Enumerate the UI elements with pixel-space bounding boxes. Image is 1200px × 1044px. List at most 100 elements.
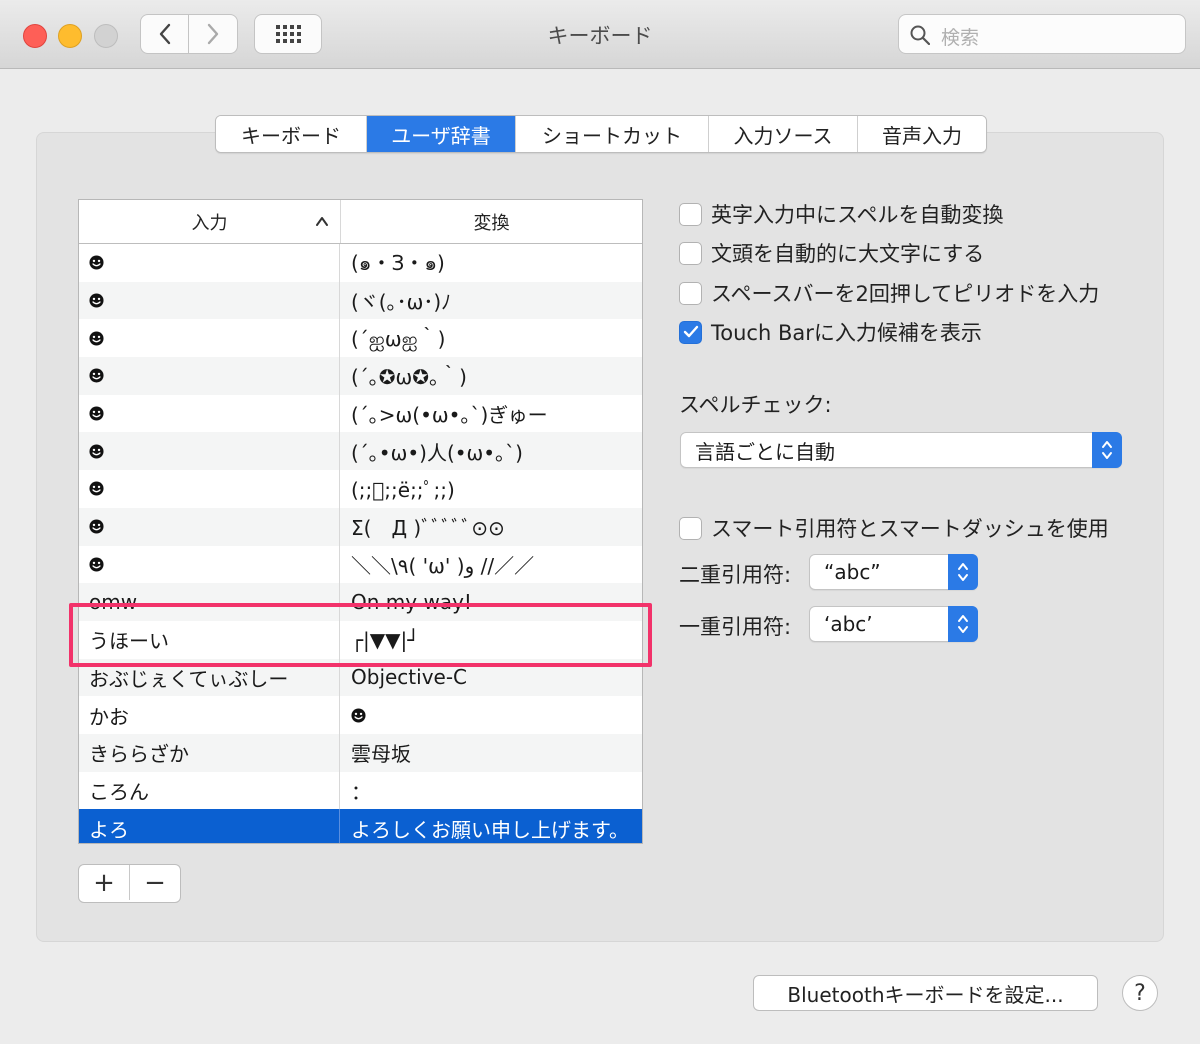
popup-arrows-icon: [948, 606, 978, 642]
touchbar-candidates-checkbox[interactable]: [679, 320, 702, 344]
option-smart-quotes[interactable]: スマート引用符とスマートダッシュを使用: [679, 513, 1109, 543]
output-cell[interactable]: (๑・З・๑): [341, 244, 642, 282]
table-row[interactable]: ＼＼\٩( 'ω' )و //／／: [79, 545, 642, 584]
single-quote-label: 一重引用符:: [679, 615, 792, 639]
popup-arrows-icon: [948, 554, 978, 590]
single-quote-value: ‘abc’: [824, 612, 873, 636]
table-row[interactable]: きららざか 雲母坂: [79, 733, 642, 772]
output-cell[interactable]: Objective-C: [341, 659, 642, 697]
search-icon: [910, 25, 930, 45]
output-cell[interactable]: Σ( Д )ﾞﾞﾞﾞﾞ⊙⊙: [341, 508, 642, 546]
table-row[interactable]: (๑・З・๑): [79, 244, 642, 282]
input-cell[interactable]: [79, 244, 340, 282]
smart-quotes-checkbox[interactable]: [679, 516, 702, 540]
popup-arrows-icon: [1092, 432, 1122, 468]
table-row[interactable]: (´ஐωஐ｀): [79, 319, 642, 358]
spellcheck-popup[interactable]: 言語ごとに自動: [680, 432, 1122, 468]
touchbar-candidates-label: Touch Barに入力候補を表示: [711, 321, 982, 345]
table-header: 入力 変換: [79, 200, 642, 244]
input-cell[interactable]: きららざか: [79, 733, 340, 772]
help-button[interactable]: ?: [1122, 975, 1158, 1011]
option-touchbar-candidates[interactable]: Touch Barに入力候補を表示: [679, 317, 982, 347]
auto-capitalize-label: 文頭を自動的に大文字にする: [711, 242, 985, 266]
option-auto-capitalize[interactable]: 文頭を自動的に大文字にする: [679, 238, 984, 268]
table-row[interactable]: (ヾ(｡･ω･)ﾉ: [79, 281, 642, 320]
input-cell[interactable]: [79, 319, 340, 358]
output-cell[interactable]: On my way!: [341, 583, 642, 621]
smiley-icon: [351, 708, 366, 723]
smiley-icon: [89, 444, 104, 459]
output-cell[interactable]: (ヾ(｡･ω･)ﾉ: [341, 282, 642, 320]
table-row[interactable]: うほーい ┌|▼▼|┘: [79, 620, 642, 659]
tab-input-sources[interactable]: 入力ソース: [709, 116, 858, 152]
double-quote-value: “abc”: [824, 560, 881, 584]
input-cell[interactable]: おぶじぇくてぃぶしー: [79, 658, 340, 697]
column-header-input-label: 入力: [191, 212, 228, 234]
smiley-icon: [89, 255, 104, 270]
option-double-space-period[interactable]: スペースバーを2回押してピリオドを入力: [679, 278, 1099, 308]
auto-spell-checkbox[interactable]: [679, 202, 702, 226]
sort-ascending-icon: [316, 217, 328, 226]
tab-user-dictionary[interactable]: ユーザ辞書: [367, 116, 516, 152]
input-cell[interactable]: かお: [79, 696, 340, 734]
output-cell[interactable]: (´｡>ω(•ω•｡`)ぎゅー: [341, 395, 642, 433]
input-cell[interactable]: [79, 432, 340, 471]
search-placeholder: 検索: [941, 27, 980, 49]
output-cell[interactable]: (;;ﾟ;;ё;;ﾟ;;): [341, 470, 642, 508]
column-header-input[interactable]: 入力: [79, 200, 341, 243]
table-row[interactable]: (;;ﾟ;;ё;;ﾟ;;): [79, 470, 642, 508]
output-cell[interactable]: ：: [341, 772, 642, 810]
smart-quotes-label: スマート引用符とスマートダッシュを使用: [711, 517, 1109, 541]
table-row[interactable]: Σ( Д )ﾞﾞﾞﾞﾞ⊙⊙: [79, 507, 642, 546]
table-row[interactable]: omw On my way!: [79, 583, 642, 621]
table-row[interactable]: (´｡>ω(•ω•｡`)ぎゅー: [79, 394, 642, 433]
input-cell[interactable]: ころん: [79, 771, 340, 810]
input-cell[interactable]: [79, 281, 340, 320]
tab-keyboard[interactable]: キーボード: [216, 116, 367, 152]
title-bar: キーボード 検索: [0, 0, 1200, 69]
double-quote-popup[interactable]: “abc”: [809, 554, 978, 590]
input-cell[interactable]: omw: [79, 583, 340, 621]
input-cell[interactable]: よろ: [79, 809, 340, 843]
output-cell[interactable]: [341, 696, 642, 734]
input-cell[interactable]: [79, 357, 340, 395]
output-cell[interactable]: ＼＼\٩( 'ω' )و //／／: [341, 546, 642, 584]
output-cell[interactable]: よろしくお願い申し上げます。: [341, 809, 642, 843]
table-row[interactable]: かお: [79, 696, 642, 734]
table-row[interactable]: (´｡•ω•)人(•ω•｡`): [79, 432, 642, 471]
single-quote-popup[interactable]: ‘abc’: [809, 606, 978, 642]
add-remove-control: + −: [78, 864, 181, 903]
double-space-period-checkbox[interactable]: [679, 281, 702, 305]
output-cell[interactable]: (´ஐωஐ｀): [341, 319, 642, 357]
input-cell[interactable]: [79, 394, 340, 433]
input-cell[interactable]: [79, 470, 340, 508]
table-row[interactable]: (´｡✪ω✪｡｀): [79, 357, 642, 395]
remove-entry-button[interactable]: −: [130, 865, 180, 900]
user-dictionary-table[interactable]: 入力 変換 (๑・З・๑) (ヾ(｡･ω･)ﾉ (´ஐωஐ｀) (´｡✪ω✪｡｀) (´…: [78, 199, 643, 844]
add-entry-button[interactable]: +: [79, 865, 130, 900]
input-cell[interactable]: [79, 545, 340, 584]
search-field[interactable]: 検索: [898, 14, 1186, 54]
smiley-icon: [89, 519, 104, 534]
setup-bluetooth-keyboard-button[interactable]: Bluetoothキーボードを設定...: [753, 975, 1098, 1011]
spellcheck-label: スペルチェック:: [679, 393, 832, 417]
column-header-convert-label: 変換: [473, 212, 510, 234]
table-row[interactable]: ころん：: [79, 771, 642, 810]
table-row[interactable]: よろ よろしくお願い申し上げます。: [79, 809, 642, 843]
input-cell[interactable]: うほーい: [79, 620, 340, 659]
tab-shortcuts[interactable]: ショートカット: [516, 116, 709, 152]
checkmark-icon: [683, 325, 698, 338]
tab-bar: キーボード ユーザ辞書 ショートカット 入力ソース 音声入力: [215, 115, 987, 153]
smiley-icon: [89, 481, 104, 496]
output-cell[interactable]: ┌|▼▼|┘: [341, 621, 642, 659]
auto-capitalize-checkbox[interactable]: [679, 241, 702, 265]
tab-dictation[interactable]: 音声入力: [858, 116, 986, 152]
output-cell[interactable]: (´｡✪ω✪｡｀): [341, 357, 642, 395]
option-auto-spell[interactable]: 英字入力中にスペルを自動変換: [679, 199, 1004, 229]
input-cell[interactable]: [79, 507, 340, 546]
spellcheck-value: 言語ごとに自動: [695, 439, 835, 464]
column-header-convert[interactable]: 変換: [341, 200, 642, 243]
output-cell[interactable]: (´｡•ω•)人(•ω•｡`): [341, 432, 642, 470]
table-row[interactable]: おぶじぇくてぃぶしー Objective-C: [79, 658, 642, 697]
output-cell[interactable]: 雲母坂: [341, 734, 642, 772]
